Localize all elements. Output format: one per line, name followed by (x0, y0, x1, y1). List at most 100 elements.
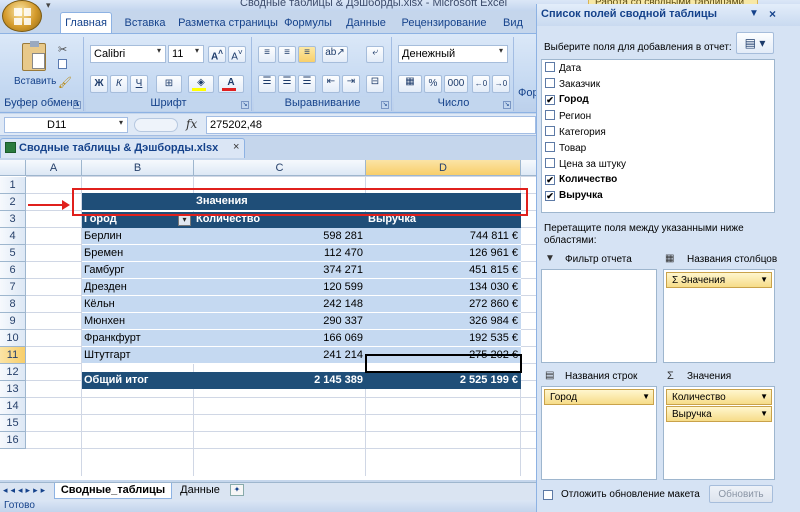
tab-data[interactable]: Данные (342, 14, 390, 33)
sheet-nav-arrows-icon[interactable]: ◂◂◂▸▸▸ (3, 485, 48, 496)
field-item[interactable]: Регион (545, 110, 591, 126)
shrink-font-button[interactable]: A˅ (228, 46, 246, 63)
grow-font-button[interactable]: A˄ (208, 46, 226, 63)
field-checkbox[interactable]: ✔ (545, 95, 555, 105)
pivot-revenue-cell[interactable]: 272 860 € (366, 296, 521, 313)
field-checkbox[interactable] (545, 110, 555, 120)
pivot-revenue-cell[interactable]: 744 811 € (366, 228, 521, 245)
row-header[interactable]: 11 (0, 347, 26, 364)
update-button[interactable]: Обновить (709, 485, 773, 503)
column-header-a[interactable]: A (26, 160, 82, 176)
layout-options-button[interactable]: ▤ ▾ (736, 32, 774, 54)
field-item[interactable]: ✔ Выручка (545, 190, 603, 206)
tab-review[interactable]: Рецензирование (396, 14, 492, 33)
field-checkbox[interactable]: ✔ (545, 191, 555, 201)
pivot-quantity-cell[interactable]: 166 069 (194, 330, 366, 347)
sheet-tab-data[interactable]: Данные (174, 483, 226, 499)
number-format-select[interactable]: Денежный ▾ (398, 45, 508, 63)
select-all-corner[interactable] (0, 160, 26, 176)
close-icon[interactable]: × (769, 7, 776, 21)
field-checkbox[interactable]: ✔ (545, 175, 555, 185)
field-checkbox[interactable] (545, 62, 555, 72)
pivot-city-cell[interactable]: Гамбург (84, 262, 194, 279)
tab-home[interactable]: Главная (60, 12, 112, 33)
column-header-b[interactable]: B (82, 160, 194, 176)
value-chip-quantity[interactable]: Количество ▼ (666, 389, 772, 405)
field-checkbox[interactable] (545, 158, 555, 168)
bold-button[interactable]: Ж (90, 75, 108, 93)
increase-indent-button[interactable]: ⇥ (342, 75, 360, 93)
defer-update-checkbox[interactable] (543, 490, 553, 500)
row-header[interactable]: 14 (0, 398, 26, 415)
row-header[interactable]: 12 (0, 364, 26, 381)
pivot-quantity-cell[interactable]: 120 599 (194, 279, 366, 296)
row-header[interactable]: 16 (0, 432, 26, 449)
field-item[interactable]: Цена за штуку (545, 158, 626, 174)
row-header[interactable]: 3 (0, 211, 26, 228)
close-icon[interactable]: × (233, 141, 239, 153)
field-checkbox[interactable] (545, 126, 555, 136)
column-header-e[interactable] (521, 160, 536, 176)
tab-formulas[interactable]: Формулы (282, 14, 334, 33)
row-header[interactable]: 7 (0, 279, 26, 296)
field-item[interactable]: Товар (545, 142, 586, 158)
quick-access-dropdown-icon[interactable]: ▾ (46, 0, 51, 11)
pivot-city-cell[interactable]: Бремен (84, 245, 194, 262)
pivot-revenue-cell[interactable]: 126 961 € (366, 245, 521, 262)
row-header[interactable]: 2 (0, 194, 26, 211)
tab-view[interactable]: Вид (498, 14, 528, 33)
pivot-city-cell[interactable]: Мюнхен (84, 313, 194, 330)
pivot-quantity-cell[interactable]: 290 337 (194, 313, 366, 330)
pane-options-icon[interactable]: ▼ (749, 8, 759, 19)
formula-input[interactable]: 275202,48 (206, 116, 536, 134)
office-button[interactable] (2, 0, 42, 32)
document-tab[interactable]: Сводные таблицы & Дэшборды.xlsx × (0, 138, 245, 158)
field-checkbox[interactable] (545, 142, 555, 152)
pivot-revenue-cell[interactable]: 192 535 € (366, 330, 521, 347)
wrap-text-button[interactable]: ⤶ (366, 46, 384, 63)
field-item[interactable]: Дата (545, 62, 581, 78)
align-center-button[interactable]: ☰ (278, 75, 296, 93)
row-chip-city[interactable]: Город ▼ (544, 389, 654, 405)
field-item[interactable]: Заказчик (545, 78, 600, 94)
pivot-city-cell[interactable]: Кёльн (84, 296, 194, 313)
formula-splitter[interactable] (134, 118, 178, 132)
pivot-city-cell[interactable]: Дрезден (84, 279, 194, 296)
row-header[interactable]: 1 (0, 177, 26, 194)
format-painter-icon[interactable]: 🖌 (58, 76, 72, 89)
number-dialog-icon[interactable]: ↘ (503, 101, 511, 109)
orientation-button[interactable]: ab↗ (322, 46, 348, 63)
tab-page-layout[interactable]: Разметка страницы (176, 14, 280, 33)
paste-button[interactable]: Вставить (14, 76, 56, 87)
align-middle-button[interactable]: ≡ (278, 46, 296, 63)
align-left-button[interactable]: ☰ (258, 75, 276, 93)
font-dialog-icon[interactable]: ↘ (241, 101, 249, 109)
thousands-button[interactable]: 000 (444, 75, 468, 93)
row-header[interactable]: 6 (0, 262, 26, 279)
row-header[interactable]: 15 (0, 415, 26, 432)
spreadsheet-grid[interactable]: A B C D 1 2 3 4 5 6 7 8 9 10 11 12 13 14 15 16 Значения… (0, 160, 536, 480)
row-header[interactable]: 8 (0, 296, 26, 313)
pivot-quantity-cell[interactable]: 598 281 (194, 228, 366, 245)
font-color-button[interactable]: A (218, 75, 244, 93)
percent-button[interactable]: % (424, 75, 442, 93)
align-bottom-button[interactable]: ≡ (298, 46, 316, 63)
row-header[interactable]: 4 (0, 228, 26, 245)
column-header-d[interactable]: D (366, 160, 521, 176)
insert-function-button[interactable]: fx (186, 117, 197, 131)
pivot-city-cell[interactable]: Берлин (84, 228, 194, 245)
align-top-button[interactable]: ≡ (258, 46, 276, 63)
align-right-button[interactable]: ☰ (298, 75, 316, 93)
merge-center-button[interactable]: ⊟ (366, 75, 384, 93)
fill-color-button[interactable]: ◈ (188, 75, 214, 93)
font-name-select[interactable]: Calibri ▾ (90, 45, 166, 63)
values-area[interactable]: Количество ▼ Выручка ▼ (663, 386, 775, 480)
insert-sheet-icon[interactable]: ✦ (230, 484, 244, 496)
pivot-revenue-cell[interactable]: 134 030 € (366, 279, 521, 296)
currency-button[interactable]: ▦ (398, 75, 422, 93)
pivot-revenue-cell[interactable]: 326 984 € (366, 313, 521, 330)
alignment-dialog-icon[interactable]: ↘ (381, 101, 389, 109)
pivot-quantity-cell[interactable]: 112 470 (194, 245, 366, 262)
increase-decimal-button[interactable]: ←0 (472, 75, 490, 93)
column-labels-area[interactable]: Σ Значения ▼ (663, 269, 775, 363)
